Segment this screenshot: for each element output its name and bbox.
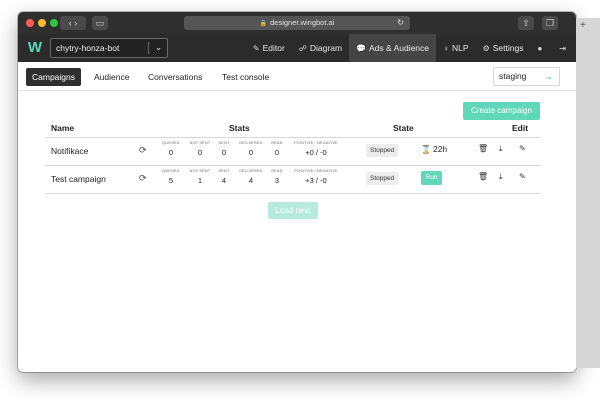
chevron-down-icon: ⌄: [155, 43, 162, 52]
maximize-window-button[interactable]: [50, 19, 58, 27]
stat-positive-negative: POSITIVE / NEGATIVE +0 / -0: [294, 141, 338, 157]
stat-not-sent: NOT SENT 0: [189, 141, 211, 157]
hourglass-icon: ⌛: [421, 145, 431, 154]
stat-delivered: DELIVERED 4: [239, 169, 263, 185]
tab-campaigns[interactable]: Campaigns: [26, 68, 81, 86]
sidebar-toggle-icon[interactable]: ▭: [92, 16, 108, 30]
nav-diagram[interactable]: ☍ Diagram: [292, 34, 349, 62]
header-stats: Stats: [229, 123, 250, 133]
environment-select[interactable]: staging ⌄: [493, 67, 560, 86]
main-content: Create campaign Name Stats State Edit No…: [18, 91, 576, 372]
refresh-icon[interactable]: ⟳: [139, 145, 147, 156]
edit-icon[interactable]: ✎: [519, 144, 526, 153]
stat-sent: SENT 0: [218, 141, 230, 157]
back-forward-buttons[interactable]: ‹ ›: [60, 16, 86, 30]
address-bar[interactable]: 🔒 designer.wingbot.ai ↻: [184, 16, 410, 30]
status-badge: Stopped: [366, 172, 399, 185]
stat-positive-negative: POSITIVE / NEGATIVE +3 / -0: [294, 169, 338, 185]
header-edit: Edit: [512, 123, 529, 133]
app-header: W chytry-honza-bot ⌄ ✎ Editor ☍ Diagram 💬 A…: [18, 34, 576, 62]
url-text: designer.wingbot.ai: [270, 18, 335, 27]
load-next-button[interactable]: Load next: [268, 202, 318, 219]
tab-bar: Campaigns Audience Conversations Test co…: [18, 62, 576, 91]
close-window-button[interactable]: [26, 19, 34, 27]
header-name: Name: [51, 123, 75, 133]
chevron-down-icon: ⌄: [545, 71, 553, 81]
share-icon[interactable]: ⇧: [518, 16, 534, 30]
logout-button[interactable]: ⇥: [552, 34, 576, 62]
background-window-edge: [576, 18, 600, 368]
logout-icon: ⇥: [559, 44, 566, 53]
refresh-icon[interactable]: ⟳: [139, 173, 147, 184]
environment-value: staging: [499, 71, 527, 81]
delete-icon[interactable]: 🗑: [478, 144, 488, 153]
tab-test-console[interactable]: Test console: [216, 68, 275, 86]
user-button[interactable]: ●: [530, 34, 552, 62]
download-icon[interactable]: ⤓: [499, 172, 503, 182]
browser-window: ‹ › ▭ 🔒 designer.wingbot.ai ↻ ⇧ ❐ W chytr…: [18, 12, 576, 372]
stat-delivered: DELIVERED 0: [239, 141, 263, 157]
stat-queued: QUEUED 5: [162, 169, 180, 185]
reload-icon[interactable]: ↻: [397, 16, 404, 30]
run-button[interactable]: Run: [421, 171, 442, 185]
campaign-name[interactable]: Test campaign: [51, 174, 106, 184]
nav-settings[interactable]: ⚙ Settings: [476, 34, 531, 62]
delete-icon[interactable]: 🗑: [478, 172, 488, 181]
lock-icon: 🔒: [259, 21, 268, 27]
download-icon[interactable]: ⤓: [499, 144, 503, 154]
chat-icon: 💬: [356, 44, 366, 53]
bulb-icon: ♀: [443, 44, 450, 53]
bot-selector-value: chytry-honza-bot: [56, 43, 120, 53]
edit-icon[interactable]: ✎: [519, 172, 526, 181]
browser-toolbar: ‹ › ▭ 🔒 designer.wingbot.ai ↻ ⇧ ❐: [18, 12, 576, 34]
diagram-icon: ☍: [298, 44, 307, 53]
new-tab-icon[interactable]: +: [580, 20, 594, 32]
tab-conversations[interactable]: Conversations: [142, 68, 208, 86]
nav-nlp[interactable]: ♀ NLP: [436, 34, 476, 62]
create-campaign-button[interactable]: Create campaign: [463, 102, 540, 120]
tabs-overview-icon[interactable]: ❐: [542, 16, 558, 30]
pencil-icon: ✎: [252, 44, 260, 53]
nav-ads-audience[interactable]: 💬 Ads & Audience: [349, 34, 437, 62]
wingbot-logo[interactable]: W: [26, 39, 44, 57]
gears-icon: ⚙: [482, 44, 490, 53]
tab-audience[interactable]: Audience: [88, 68, 135, 86]
nav-editor[interactable]: ✎ Editor: [246, 34, 292, 62]
stat-read: READ 0: [271, 141, 283, 157]
header-state: State: [393, 123, 414, 133]
table-row: Notifikace ⟳ QUEUED 0 NOT SENT 0 SENT 0 DEL…: [45, 138, 541, 165]
stat-read: READ 3: [271, 169, 283, 185]
stat-not-sent: NOT SENT 1: [189, 169, 211, 185]
campaign-name[interactable]: Notifikace: [51, 146, 88, 156]
stat-queued: QUEUED 0: [162, 141, 180, 157]
bot-selector[interactable]: chytry-honza-bot ⌄: [50, 38, 168, 58]
user-icon: ●: [537, 44, 543, 53]
status-badge: Stopped: [366, 144, 399, 157]
table-row: Test campaign ⟳ QUEUED 5 NOT SENT 1 SENT 4 …: [45, 166, 541, 193]
schedule-indicator: ⌛ 22h: [421, 144, 448, 154]
main-nav: ✎ Editor ☍ Diagram 💬 Ads & Audience ♀ NLP ⚙ S…: [246, 34, 576, 62]
stat-sent: SENT 4: [218, 169, 230, 185]
minimize-window-button[interactable]: [38, 19, 46, 27]
